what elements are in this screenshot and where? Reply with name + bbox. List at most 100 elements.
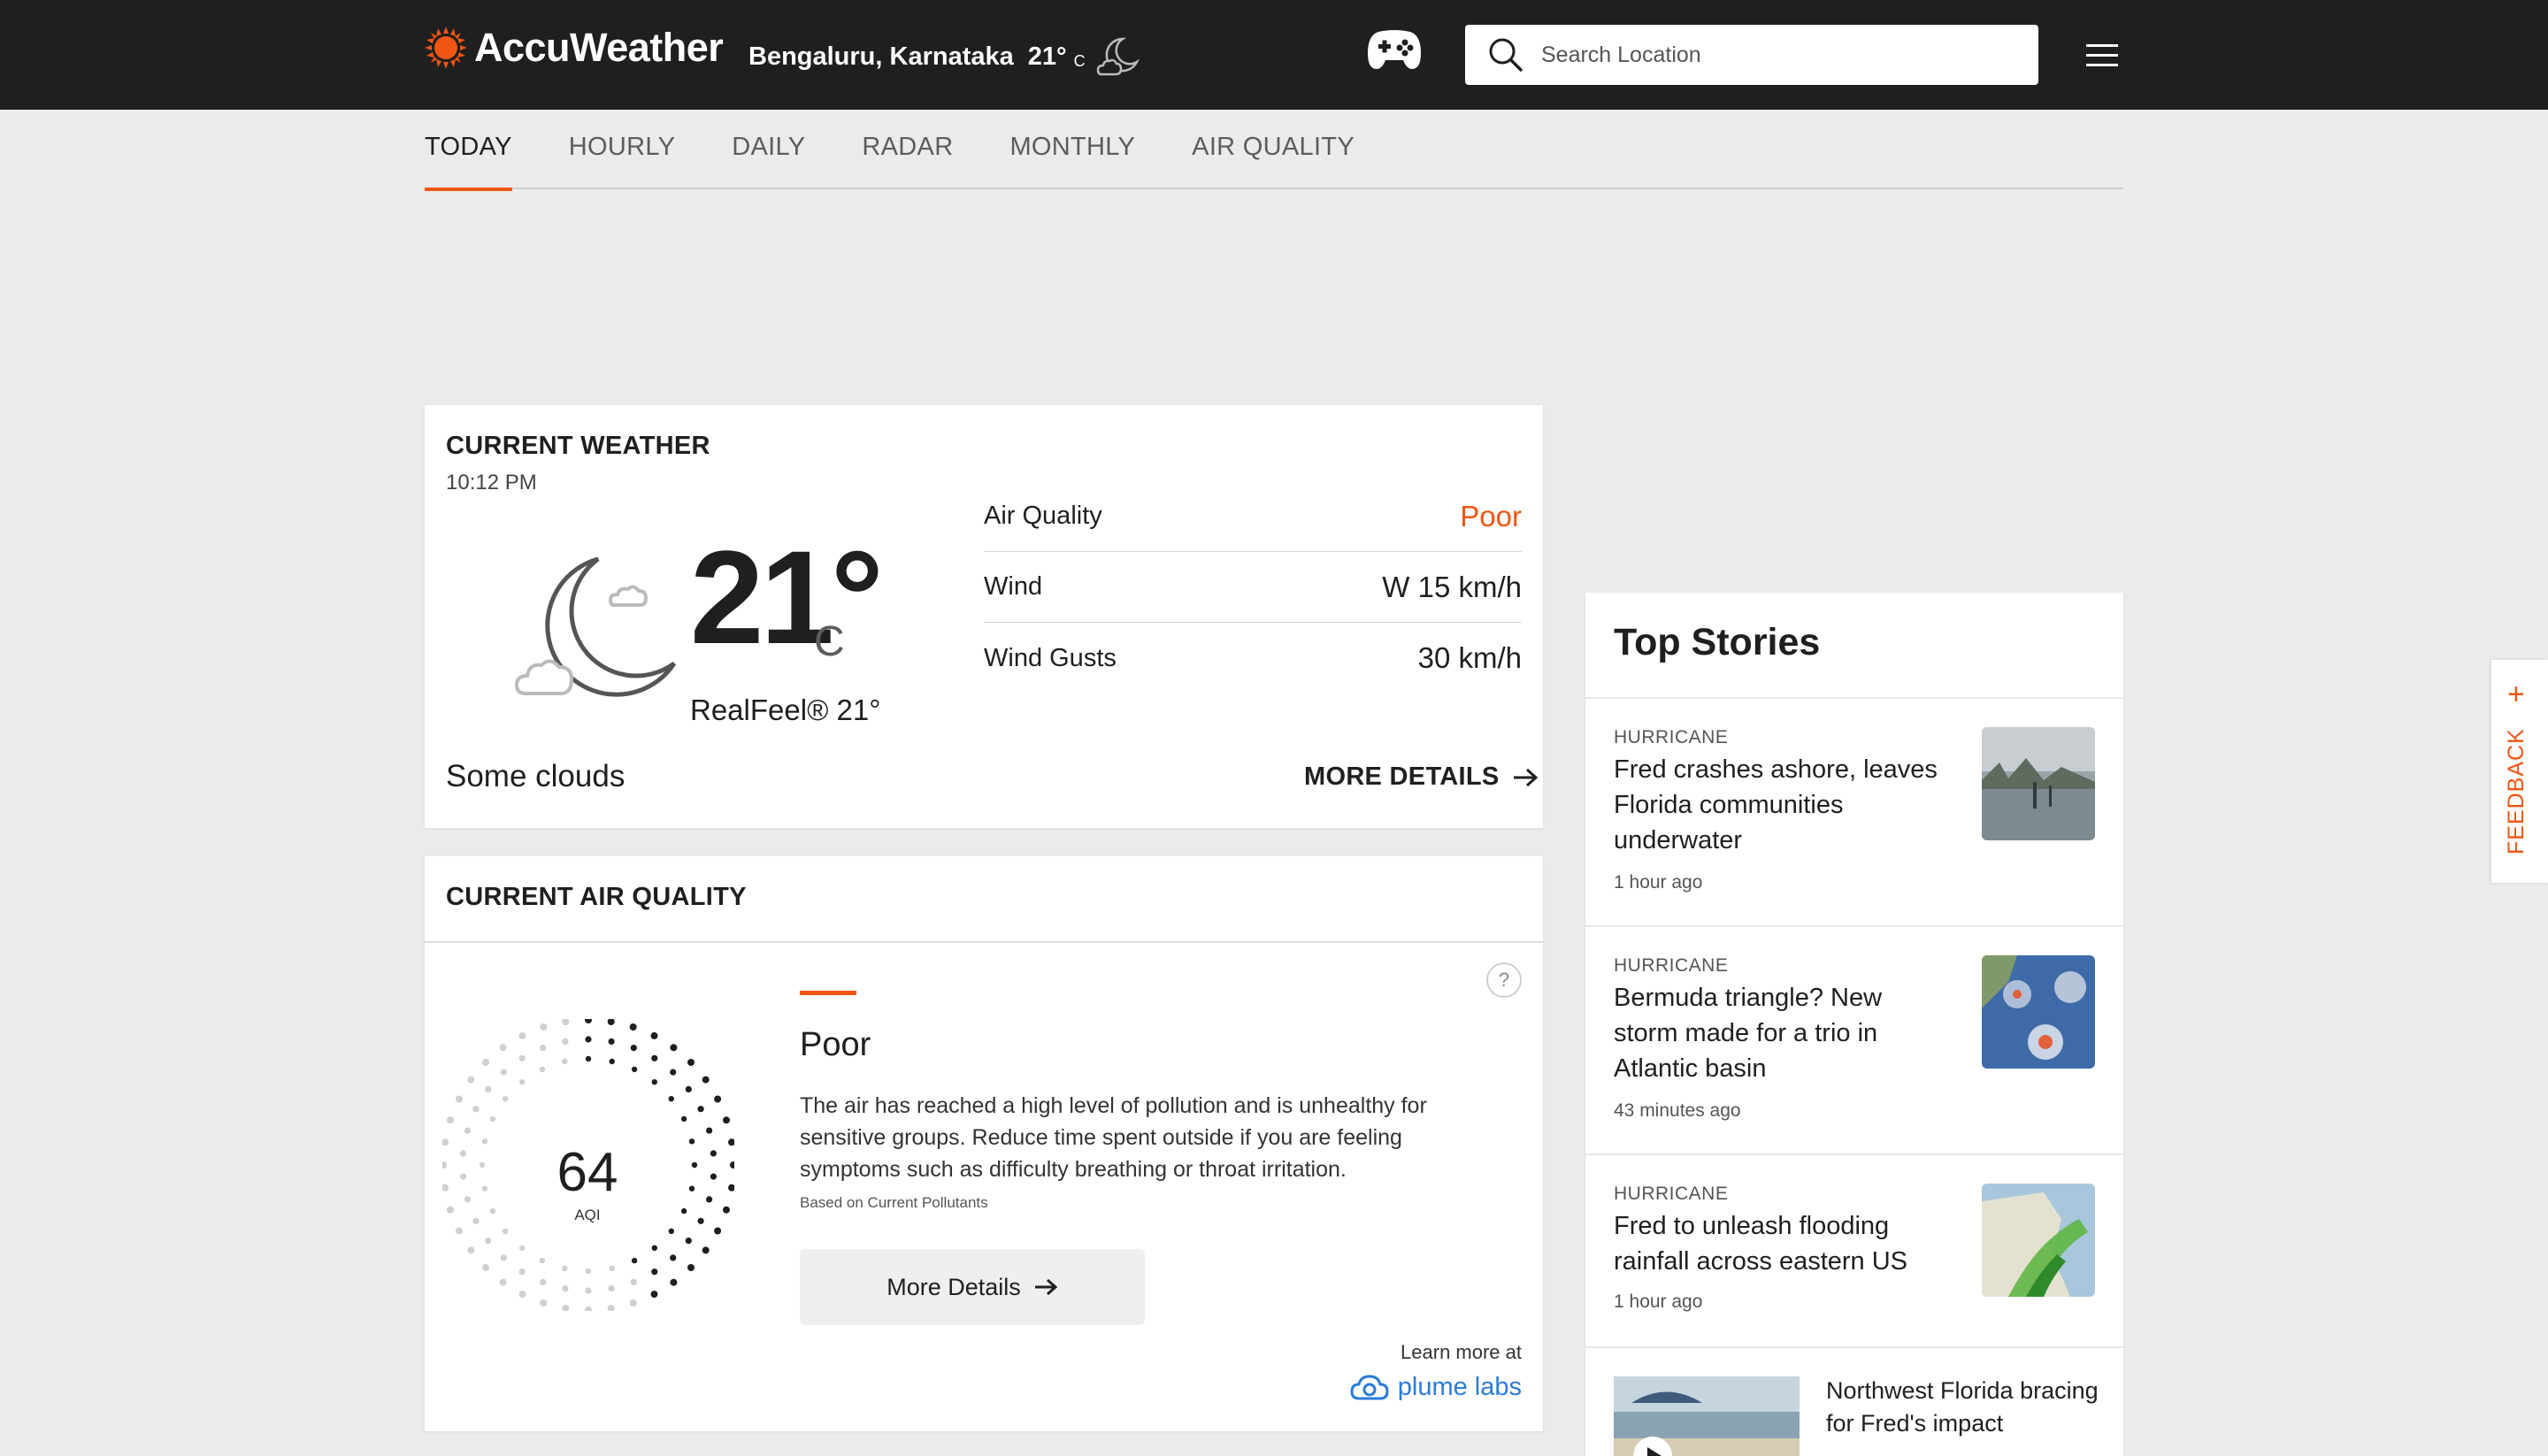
story-thumbnail-storm-map [1982,955,2095,1069]
top-stories-panel: Top Stories HURRICANE Fred crashes ashor… [1585,593,2123,1456]
gamepad-icon[interactable] [1366,27,1423,77]
detail-row-air-quality: Air Quality Poor [984,481,1522,552]
aqi-gauge-dot [651,1079,657,1085]
more-details-label: MORE DETAILS [1304,762,1500,791]
partner-name: plume labs [1397,1373,1522,1401]
video-story-headline: Northwest Florida bracing for Fred's imp… [1826,1377,2099,1437]
current-temperature-unit: C [814,618,845,665]
aqi-gauge-dot [585,1268,592,1275]
search-box[interactable] [1465,25,2038,85]
aqi-gauge-dot [687,1264,695,1271]
aqi-gauge-dot [651,1268,658,1276]
aqi-gauge-dot [562,1058,568,1065]
feedback-tab[interactable]: + FEEDBACK [2491,660,2548,883]
top-header: AccuWeather Bengaluru, Karnataka 21° C [0,0,2548,110]
aqi-gauge-dot [442,1138,449,1146]
aqi-gauge-dot [608,1038,615,1045]
aqi-gauge-dot [482,1059,489,1066]
aqi-label: AQI [574,1207,601,1223]
tab-monthly[interactable]: MONTHLY [1009,110,1135,189]
current-weather-title: CURRENT WEATHER [446,432,710,460]
aqi-gauge-dot [730,1161,734,1169]
aqi-gauge-dot [702,1076,710,1084]
brand-name: AccuWeather [474,25,724,70]
tab-hourly[interactable]: HOURLY [569,110,676,189]
aqi-gauge-dot [519,1079,526,1085]
current-weather-card[interactable]: CURRENT WEATHER 10:12 PM 21° C RealFeel®… [425,405,1543,828]
aqi-gauge-dot [714,1095,722,1103]
aqi-gauge-dot [688,1138,695,1145]
aqi-gauge-dot [685,1238,692,1245]
detail-label: Air Quality [984,502,1102,530]
header-temp: 21° [1027,42,1067,71]
aqi-gauge-dot [680,1207,687,1215]
tab-daily[interactable]: DAILY [732,110,805,189]
aqi-gauge-dot [697,1106,704,1113]
detail-label: Wind [984,572,1043,601]
story-item[interactable]: HURRICANE Fred to unleash flooding rainf… [1585,1153,2123,1346]
aqi-gauge-dot [697,1217,704,1224]
aqi-gauge-dot [710,1173,717,1180]
aqi-gauge-dot [609,1058,615,1065]
aqi-gauge-dot [518,1268,526,1276]
aqi-gauge-dot [464,1127,471,1134]
aqi-gauge-dot [518,1031,526,1039]
story-time: 43 minutes ago [1614,1100,1741,1121]
aqi-gauge-dot [485,1085,492,1092]
aqi-gauge-dot [650,1031,658,1039]
detail-value: W 15 km/h [1382,570,1522,603]
aqi-gauge-dot [467,1076,475,1084]
aqi-gauge-dot [670,1044,678,1052]
hamburger-menu-icon[interactable] [2086,42,2118,69]
aqi-gauge-dot [460,1173,467,1180]
top-stories-title: Top Stories [1614,621,1821,663]
air-quality-more-details-button[interactable]: More Details [800,1249,1145,1325]
help-icon[interactable]: ? [1486,962,1522,998]
aqi-gauge-dot [651,1245,657,1251]
aqi-gauge-dot [651,1054,658,1061]
aqi-gauge-dot [723,1206,730,1214]
aqi-gauge-dot [687,1059,695,1066]
arrow-right-icon [1513,768,1538,786]
detail-row-wind: Wind W 15 km/h [984,552,1522,623]
more-details-link[interactable]: MORE DETAILS [1304,762,1539,792]
detail-value: Poor [1460,499,1522,533]
aqi-gauge-dot [472,1217,480,1224]
aqi-gauge-dot [691,1161,698,1169]
search-input[interactable] [1541,42,2001,68]
aqi-gauge-dot [519,1245,526,1251]
aqi-gauge-dot [479,1161,486,1169]
tab-air-quality[interactable]: AIR QUALITY [1192,110,1355,189]
aqi-gauge-dot [630,1278,637,1285]
subnav-tabs: TODAY HOURLY DAILY RADAR MONTHLY AIR QUA… [425,110,2123,191]
story-category: HURRICANE [1614,727,1729,747]
aqi-gauge-dot [562,1019,570,1025]
tab-radar[interactable]: RADAR [862,110,953,189]
aqi-gauge-dot [539,1257,546,1264]
aqi-gauge-dot [585,1307,592,1311]
detail-row-wind-gusts: Wind Gusts 30 km/h [984,623,1522,694]
story-item[interactable]: HURRICANE Bermuda triangle? New storm ma… [1585,925,2123,1153]
aqi-gauge-dot [631,1257,638,1264]
header-location[interactable]: Bengaluru, Karnataka 21° C [748,35,1140,78]
aqi-gauge-dot [585,1036,592,1043]
aqi-gauge-dot [442,1184,449,1192]
story-time: 1 hour ago [1614,872,1703,893]
aqi-gauge-dot [629,1299,637,1307]
story-category: HURRICANE [1614,1184,1729,1204]
learn-more-text: Learn more at [1401,1341,1522,1363]
plume-labs-link[interactable]: plume labs [1350,1373,1522,1402]
video-story-item[interactable]: Northwest Florida bracing for Fred's imp… [1585,1346,2123,1456]
story-item[interactable]: HURRICANE Fred crashes ashore, leaves Fl… [1585,697,2123,925]
aqi-gauge-dot [481,1185,488,1192]
aqi-gauge-dot [489,1115,496,1123]
tab-today[interactable]: TODAY [425,110,512,191]
aqi-gauge-dot [680,1115,687,1123]
aqi-gauge-dot [710,1150,717,1157]
aqi-gauge-dot [540,1045,547,1052]
accuweather-logo[interactable]: AccuWeather [425,25,724,71]
aqi-gauge-dot [630,1045,637,1052]
aqi-gauge-dot [631,1066,638,1073]
aqi-gauge-dot [539,1066,546,1073]
aqi-gauge-dot [472,1106,480,1113]
